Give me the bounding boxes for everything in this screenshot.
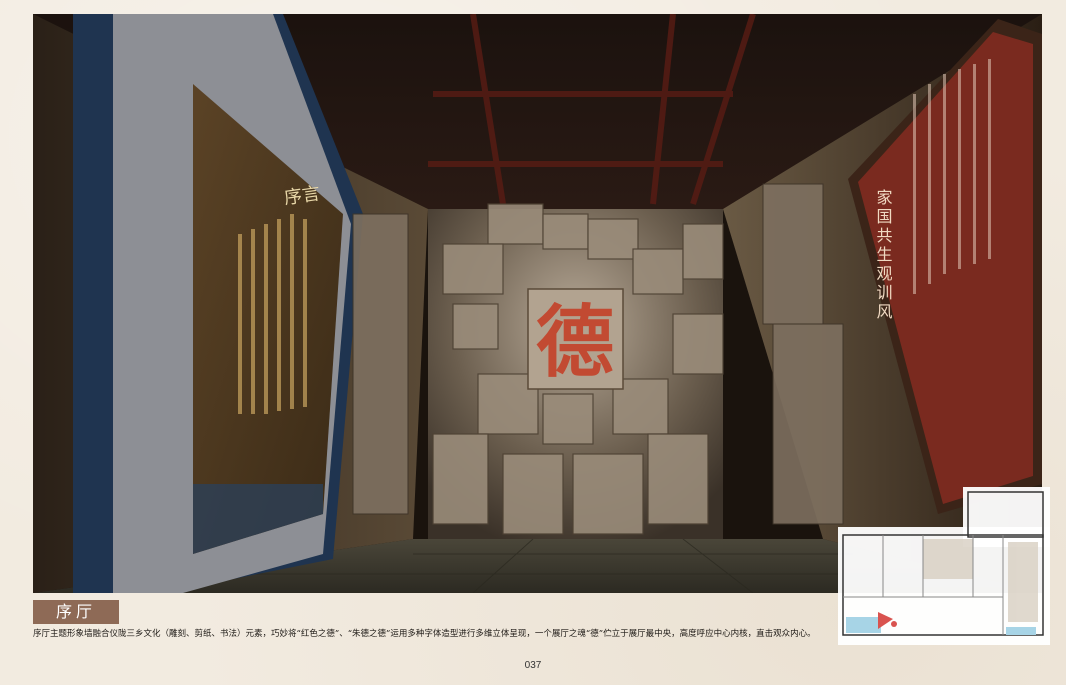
section-title: 序厅 [33, 600, 119, 624]
central-character: 德 [536, 297, 614, 388]
floor-plan-inset [838, 487, 1050, 645]
section-description: 序厅主题形象墙融合仪陇三乡文化（雕刻、剪纸、书法）元素，巧妙将“红色之德”、“朱… [33, 629, 816, 639]
right-panel-title: 家国共生观训风 [874, 189, 893, 322]
page-number: 037 [524, 660, 542, 671]
